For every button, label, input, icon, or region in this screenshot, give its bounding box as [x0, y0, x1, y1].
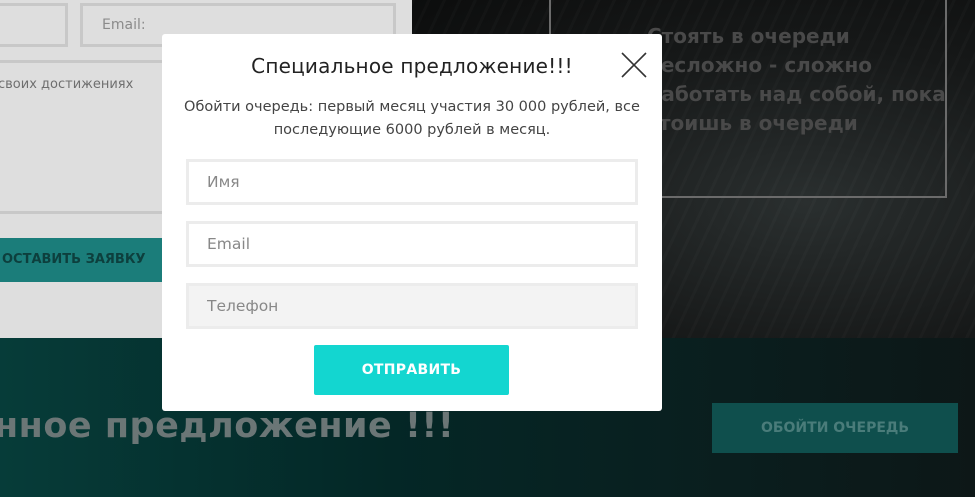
email-input[interactable] — [186, 221, 638, 267]
name-input[interactable] — [186, 159, 638, 205]
special-offer-modal: Специальное предложение!!! Обойти очеред… — [162, 34, 662, 411]
submit-button[interactable]: ОТПРАВИТЬ — [314, 345, 509, 395]
close-icon — [621, 52, 647, 78]
modal-description: Обойти очередь: первый месяц участия 30 … — [184, 99, 640, 138]
close-button[interactable] — [620, 51, 648, 79]
modal-title: Специальное предложение!!! — [251, 54, 573, 78]
phone-input[interactable] — [186, 283, 638, 329]
